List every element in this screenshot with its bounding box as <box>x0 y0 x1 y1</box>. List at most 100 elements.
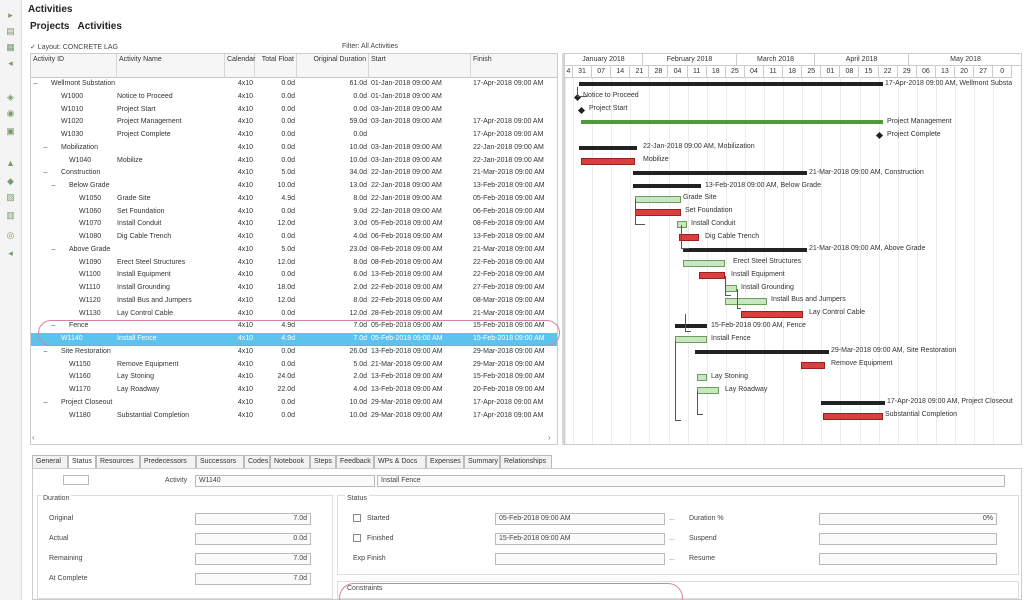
gantt-summary-bar[interactable] <box>633 184 701 188</box>
table-row[interactable]: W1080 Dig Cable Trench 4x10 0.0d 4.0d 06-Feb-… <box>31 231 557 244</box>
detail-tab-wps-docs[interactable]: WPs & Docs <box>374 455 426 469</box>
detail-tab-resources[interactable]: Resources <box>96 455 140 469</box>
projects-icon[interactable]: ▤ <box>5 26 16 37</box>
gantt-milestone[interactable] <box>577 106 586 114</box>
expand-icon[interactable]: ▸ <box>5 10 16 21</box>
finished-checkbox[interactable] <box>353 534 361 542</box>
gantt-activity-bar[interactable] <box>801 361 825 369</box>
gantt-activity-bar[interactable] <box>823 412 883 420</box>
scroll-right-icon[interactable]: › <box>548 433 551 442</box>
at-complete-field[interactable]: 7.0d <box>195 573 311 585</box>
table-row[interactable]: W1110 Install Grounding 4x10 18.0d 2.0d 22-Fe… <box>31 282 557 295</box>
table-row[interactable]: W1070 Install Conduit 4x10 12.0d 3.0d 05-Feb-… <box>31 218 557 231</box>
table-row[interactable]: W1090 Erect Steel Structures 4x10 12.0d 8.0d… <box>31 257 557 270</box>
col-activity-id[interactable]: Activity ID <box>31 54 117 78</box>
table-row[interactable]: W1010 Project Start 4x10 0.0d 0.0d 03-Jan-201… <box>31 104 557 117</box>
gantt-summary-bar[interactable] <box>683 247 807 252</box>
gantt-activity-bar[interactable] <box>699 272 725 280</box>
layout-label[interactable]: ✓ Layout: CONCRETE LAG <box>30 44 118 51</box>
table-row[interactable]: W1130 Lay Control Cable 4x10 0.0d 12.0d 28-Fe… <box>31 308 557 321</box>
col-calendar[interactable]: Calendar <box>225 54 255 78</box>
table-row[interactable]: − Site Restoration 4x10 0.0d 26.0d 13-Feb-201… <box>31 346 557 359</box>
detail-tab-general[interactable]: General <box>32 455 68 469</box>
table-row[interactable]: W1180 Substantial Completion 4x10 0.0d 10.0d… <box>31 410 557 423</box>
table-row[interactable]: W1120 Install Bus and Jumpers 4x10 12.0d 8.0… <box>31 295 557 308</box>
tab-activities[interactable]: Activities <box>77 21 121 32</box>
original-duration-field[interactable]: 7.0d <box>195 513 311 525</box>
reports-icon[interactable]: ▣ <box>5 126 16 137</box>
gantt-summary-bar[interactable] <box>579 145 637 150</box>
gantt-summary-bar[interactable] <box>695 349 829 354</box>
gantt-summary-bar[interactable] <box>675 324 707 329</box>
actual-duration-field[interactable]: 0.0d <box>195 533 311 545</box>
resources-icon[interactable]: ◉ <box>5 108 16 119</box>
gantt-summary-bar[interactable] <box>821 400 885 405</box>
portfolio-icon[interactable]: ◆ <box>5 176 16 187</box>
activity-name-field[interactable]: Install Fence <box>377 475 1005 487</box>
table-row[interactable]: − Above Grade 4x10 5.0d 23.0d 08-Feb-2018 09:… <box>31 244 557 257</box>
col-original-duration[interactable]: Original Duration <box>297 54 369 78</box>
resume-field[interactable] <box>819 553 997 565</box>
collapse-toggle-icon[interactable]: − <box>51 180 56 193</box>
gantt-activity-bar[interactable] <box>581 157 635 165</box>
gantt-activity-bar[interactable] <box>683 259 725 267</box>
scroll-left-icon[interactable]: ‹ <box>32 433 35 442</box>
wbs-icon[interactable]: ▦ <box>5 42 16 53</box>
tracking-icon[interactable]: ◈ <box>5 92 16 103</box>
table-row[interactable]: W1040 Mobilize 4x10 0.0d 10.0d 03-Jan-2018 09… <box>31 155 557 168</box>
collapse-toggle-icon[interactable]: − <box>51 244 56 257</box>
col-activity-name[interactable]: Activity Name <box>117 54 225 78</box>
filter-label[interactable]: Filter: All Activities <box>342 43 398 50</box>
table-row[interactable]: W1160 Lay Stoning 4x10 24.0d 2.0d 13-Feb-2018… <box>31 371 557 384</box>
tab-projects[interactable]: Projects <box>30 21 69 32</box>
table-row[interactable]: W1100 Install Equipment 4x10 0.0d 6.0d 13-Feb… <box>31 269 557 282</box>
started-checkbox[interactable] <box>353 514 361 522</box>
duration-pct-field[interactable]: 0% <box>819 513 997 525</box>
table-row[interactable]: W1140 Install Fence 4x10 4.9d 7.0d 05-Feb-201… <box>31 333 557 346</box>
exp-finish-field[interactable] <box>495 553 665 565</box>
collapse-toggle-icon[interactable]: − <box>43 142 48 155</box>
detail-tab-expenses[interactable]: Expenses <box>426 455 464 469</box>
remaining-duration-field[interactable]: 7.0d <box>195 553 311 565</box>
more-icon[interactable]: ◂ <box>5 248 16 259</box>
activity-id-field[interactable]: W1140 <box>195 475 375 487</box>
detail-tab-successors[interactable]: Successors <box>196 455 244 469</box>
table-row[interactable]: − Wellmont Substation 4x10 0.0d 61.0d 01-Jan-… <box>31 78 557 91</box>
detail-tab-notebook[interactable]: Notebook <box>270 455 310 469</box>
table-row[interactable]: − Construction 4x10 5.0d 34.0d 22-Jan-2018 09… <box>31 167 557 180</box>
gantt-summary-bar[interactable] <box>633 171 807 176</box>
detail-tab-status[interactable]: Status <box>68 455 96 469</box>
table-row[interactable]: W1030 Project Complete 4x10 0.0d 0.0d 17-Apr-… <box>31 129 557 142</box>
detail-tab-relationships[interactable]: Relationships <box>500 455 552 469</box>
started-date-field[interactable]: 05-Feb-2018 09:00 AM <box>495 513 665 525</box>
table-row[interactable]: − Below Grade 4x10 10.0d 13.0d 22-Jan-2018 09… <box>31 180 557 193</box>
table-row[interactable]: − Mobilization 4x10 0.0d 10.0d 03-Jan-2018 09… <box>31 142 557 155</box>
detail-tab-codes[interactable]: Codes <box>244 455 270 469</box>
docs-icon[interactable]: ▧ <box>5 192 16 203</box>
finished-date-picker[interactable]: ... <box>667 533 677 545</box>
detail-tab-predecessors[interactable]: Predecessors <box>140 455 196 469</box>
expenses-icon[interactable]: ▥ <box>5 210 16 221</box>
detail-tab-feedback[interactable]: Feedback <box>336 455 374 469</box>
table-row[interactable]: − Project Closeout 4x10 0.0d 10.0d 29-Mar-201… <box>31 397 557 410</box>
exp-finish-picker[interactable]: ... <box>667 553 677 565</box>
table-row[interactable]: W1050 Grade Site 4x10 4.9d 8.0d 22-Jan-2018 0… <box>31 193 557 206</box>
finished-date-field[interactable]: 15-Feb-2018 09:00 AM <box>495 533 665 545</box>
gantt-activity-bar[interactable] <box>741 310 803 318</box>
suspend-field[interactable] <box>819 533 997 545</box>
risks-icon[interactable]: ◎ <box>5 230 16 241</box>
table-row[interactable]: W1060 Set Foundation 4x10 0.0d 9.0d 22-Jan-20… <box>31 206 557 219</box>
collapse-toggle-icon[interactable]: − <box>43 346 48 359</box>
gantt-summary-bar[interactable] <box>579 82 883 86</box>
col-start[interactable]: Start <box>369 54 471 78</box>
col-finish[interactable]: Finish <box>471 54 557 78</box>
gantt-activity-bar[interactable] <box>581 120 883 125</box>
table-row[interactable]: − Fence 4x10 4.9d 7.0d 05-Feb-2018 09:00 AM 15… <box>31 320 557 333</box>
collapse-toggle-icon[interactable]: − <box>43 397 48 410</box>
horizontal-scrollbar[interactable]: ‹ › <box>30 433 558 445</box>
detail-tab-steps[interactable]: Steps <box>310 455 336 469</box>
table-row[interactable]: W1150 Remove Equipment 4x10 0.0d 5.0d 21-Mar-… <box>31 359 557 372</box>
started-date-picker[interactable]: ... <box>667 513 677 525</box>
table-row[interactable]: W1170 Lay Roadway 4x10 22.0d 4.0d 13-Feb-2018… <box>31 384 557 397</box>
col-total-float[interactable]: Total Float <box>255 54 297 78</box>
